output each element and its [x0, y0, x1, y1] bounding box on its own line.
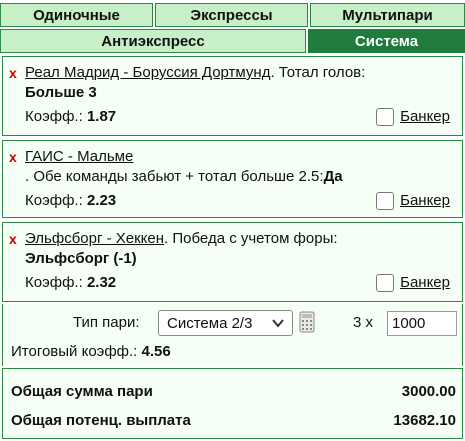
coef-value: 1.87 — [86, 108, 117, 125]
bet-description: . Обе команды забьют + тотал больше 2.5:… — [25, 167, 456, 187]
total-payout-row: Общая потенц. выплата 13682.10 — [11, 411, 456, 431]
market-text: . Обе команды забьют + тотал больше 2.5: — [25, 168, 324, 185]
bet-type-value: Система 2/3 — [167, 314, 253, 332]
selection-text: Эльфсборг (-1) — [25, 250, 137, 267]
tabs-row-1: Одиночные Экспрессы Мультипари — [0, 3, 465, 27]
bet-slip: Одиночные Экспрессы Мультипари Антиэкспр… — [0, 0, 465, 441]
market-text: . Победа с учетом форы: — [164, 230, 338, 247]
bet-card: x Реал Мадрид - Боруссия Дортмунд. Тотал… — [2, 56, 463, 136]
bet-description: Эльфсборг - Хеккен. Победа с учетом форы… — [25, 229, 456, 249]
calculator-icon[interactable] — [299, 311, 315, 333]
total-coef-label: Итоговый коэфф.: — [11, 343, 138, 360]
multiplier-label: 3 x — [353, 314, 374, 331]
total-stake-row: Общая сумма пари 3000.00 — [11, 382, 456, 402]
coef-value: 2.32 — [86, 274, 117, 291]
total-coef: Итоговый коэфф.: 4.56 — [11, 342, 171, 362]
tabs-row-2: Антиэкспресс Система — [0, 29, 465, 53]
totals-panel: Общая сумма пари 3000.00 Общая потенц. в… — [2, 368, 463, 439]
event-link[interactable]: ГАИС - Мальме — [25, 148, 133, 165]
total-payout-label: Общая потенц. выплата — [11, 412, 191, 429]
bet-card: x ГАИС - Мальме . Обе команды забьют + т… — [2, 140, 463, 218]
selection-text: Больше 3 — [25, 84, 97, 101]
coef-label: Коэфф.: — [25, 108, 83, 125]
total-coef-value: 4.56 — [141, 343, 171, 360]
close-icon[interactable]: x — [9, 232, 17, 246]
event-link[interactable]: Эльфсборг - Хеккен — [25, 230, 164, 247]
bet-card: x Эльфсборг - Хеккен. Победа с учетом фо… — [2, 222, 463, 302]
market-text: . Тотал голов: — [270, 64, 366, 81]
selection-text: Да — [323, 168, 343, 185]
event-line: ГАИС - Мальме — [25, 147, 456, 167]
close-icon[interactable]: x — [9, 150, 17, 164]
tab-multi[interactable]: Мультипари — [310, 3, 465, 27]
tab-express[interactable]: Экспрессы — [155, 3, 308, 27]
coef-row: Коэфф.: 2.32 Банкер — [25, 273, 456, 293]
bet-type-label: Тип пари: — [73, 314, 140, 331]
coef-label: Коэфф.: — [25, 274, 83, 291]
chevron-down-icon — [272, 319, 284, 328]
banker-checkbox[interactable] — [376, 192, 395, 210]
event-link[interactable]: Реал Мадрид - Боруссия Дортмунд — [25, 64, 270, 81]
banker-checkbox[interactable] — [376, 108, 395, 126]
coef-row: Коэфф.: 1.87 Банкер — [25, 107, 456, 127]
banker-checkbox[interactable] — [376, 274, 395, 292]
system-settings: Тип пари: Система 2/3 3 x Итоговый коэфф… — [2, 304, 463, 366]
coef-label: Коэфф.: — [25, 192, 83, 209]
total-stake-value: 3000.00 — [401, 383, 456, 400]
banker-label[interactable]: Банкер — [400, 273, 450, 293]
banker-label[interactable]: Банкер — [400, 191, 450, 211]
bet-description: Реал Мадрид - Боруссия Дортмунд. Тотал г… — [25, 63, 456, 83]
tab-system[interactable]: Система — [308, 29, 465, 53]
tab-singles[interactable]: Одиночные — [0, 3, 153, 27]
banker-toggle[interactable]: Банкер — [376, 273, 450, 293]
banker-toggle[interactable]: Банкер — [376, 107, 450, 127]
coef-row: Коэфф.: 2.23 Банкер — [25, 191, 456, 211]
bet-type-select[interactable]: Система 2/3 — [158, 310, 293, 336]
coef-value: 2.23 — [86, 192, 117, 209]
stake-amount-input[interactable] — [387, 311, 457, 336]
total-stake-label: Общая сумма пари — [11, 383, 153, 400]
tab-antiexpress[interactable]: Антиэкспресс — [0, 29, 306, 53]
banker-label[interactable]: Банкер — [400, 107, 450, 127]
banker-toggle[interactable]: Банкер — [376, 191, 450, 211]
total-payout-value: 13682.10 — [393, 412, 456, 429]
close-icon[interactable]: x — [9, 66, 17, 80]
